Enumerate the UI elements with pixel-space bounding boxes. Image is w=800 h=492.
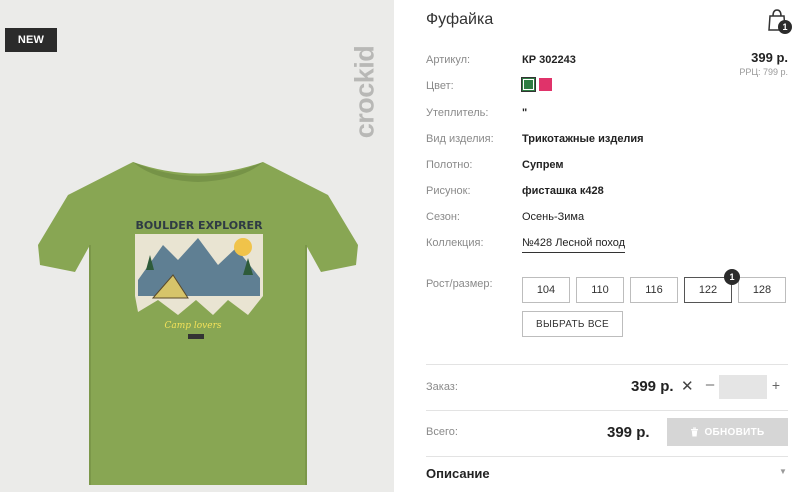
total-price: 399 р. bbox=[607, 424, 650, 441]
update-button[interactable]: ОБНОВИТЬ bbox=[667, 418, 788, 446]
attr-label: Полотно: bbox=[426, 159, 473, 171]
cart-count-badge: 1 bbox=[778, 20, 792, 34]
tshirt-image: BOULDER EXPLORER Camp lovers bbox=[38, 162, 358, 485]
color-swatch-green[interactable] bbox=[521, 77, 536, 92]
quantity-input[interactable] bbox=[719, 375, 767, 399]
attr-label: Утеплитель: bbox=[426, 107, 489, 119]
attr-label: Артикул: bbox=[426, 54, 471, 66]
attr-label: Вид изделия: bbox=[426, 133, 494, 145]
quantity-increase-button[interactable]: + bbox=[770, 377, 782, 393]
order-price: 399 р. bbox=[631, 378, 674, 395]
attr-label: Коллекция: bbox=[426, 237, 484, 249]
chevron-down-icon[interactable]: ▼ bbox=[779, 467, 787, 476]
quantity-decrease-button[interactable]: – bbox=[703, 376, 717, 393]
divider bbox=[426, 364, 788, 365]
size-option[interactable]: 104 bbox=[522, 277, 570, 303]
size-label: Рост/размер: bbox=[426, 278, 493, 290]
attr-label: Цвет: bbox=[426, 80, 454, 92]
description-toggle[interactable]: Описание bbox=[426, 466, 490, 481]
remove-icon[interactable]: ✕ bbox=[681, 377, 694, 395]
order-label: Заказ: bbox=[426, 381, 458, 393]
select-all-button[interactable]: ВЫБРАТЬ ВСЕ bbox=[522, 311, 623, 337]
print-subtitle: Camp lovers bbox=[164, 321, 221, 331]
attr-value: " bbox=[522, 107, 528, 119]
divider bbox=[426, 456, 788, 457]
attr-value: фисташка к428 bbox=[522, 185, 604, 197]
product-photo[interactable]: NEW crockid BOULDER EXPLORER Camp lovers bbox=[0, 0, 394, 492]
collection-link[interactable]: №428 Лесной поход bbox=[522, 237, 626, 253]
color-swatch-pink[interactable] bbox=[539, 78, 552, 91]
attr-label: Сезон: bbox=[426, 211, 460, 223]
trash-icon bbox=[691, 427, 699, 437]
new-badge: NEW bbox=[5, 28, 57, 52]
attr-value: Трикотажные изделия bbox=[522, 133, 644, 145]
product-title: Фуфайка bbox=[426, 11, 494, 28]
product-price: 399 р. bbox=[751, 50, 788, 65]
recommended-price: РРЦ: 799 р. bbox=[739, 67, 788, 77]
attr-value: КР 302243 bbox=[522, 54, 576, 66]
total-label: Всего: bbox=[426, 426, 458, 438]
size-option[interactable]: 128 bbox=[738, 277, 786, 303]
attr-value: Осень-Зима bbox=[522, 211, 585, 223]
print-title: BOULDER EXPLORER bbox=[135, 219, 263, 232]
attr-value: Супрем bbox=[522, 159, 564, 171]
brand-logo: crockid bbox=[349, 22, 380, 162]
divider bbox=[426, 410, 788, 411]
size-option[interactable]: 116 bbox=[630, 277, 678, 303]
cart-button[interactable]: 1 bbox=[766, 8, 792, 34]
attr-label: Рисунок: bbox=[426, 185, 471, 197]
size-option[interactable]: 110 bbox=[576, 277, 624, 303]
update-button-label: ОБНОВИТЬ bbox=[704, 426, 765, 438]
size-count-badge: 1 bbox=[724, 269, 740, 285]
brand-logo-text: crockid bbox=[349, 45, 380, 139]
